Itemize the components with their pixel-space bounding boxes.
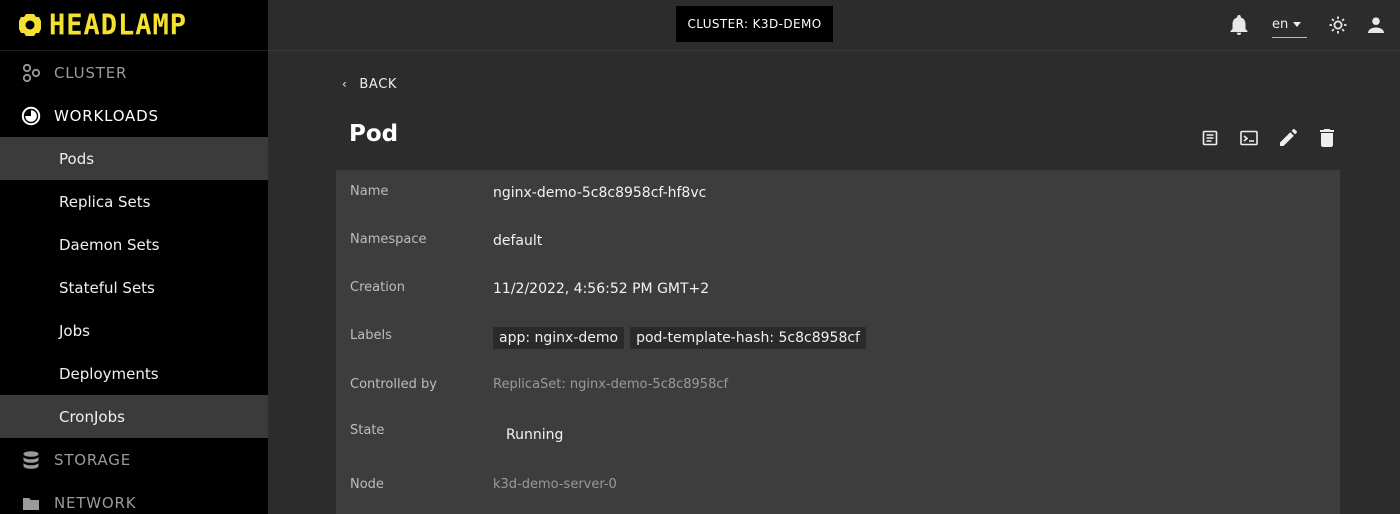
edit-icon[interactable] — [1268, 126, 1307, 150]
sidebar-item-deployments[interactable]: Deployments — [0, 352, 268, 395]
page-title: Pod — [349, 121, 399, 147]
sidebar-section-label: CLUSTER — [54, 63, 128, 82]
sidebar-section-label: NETWORK — [54, 493, 137, 512]
sidebar-section-cluster[interactable]: CLUSTER — [0, 51, 268, 94]
sidebar-section-label: WORKLOADS — [54, 106, 159, 125]
sidebar-item-cronjobs[interactable]: CronJobs — [0, 395, 268, 438]
brand-name: HEADLAMP — [49, 8, 188, 42]
brand-logo[interactable]: HEADLAMP — [0, 0, 268, 51]
detail-label: Controlled by — [350, 377, 437, 392]
terminal-icon[interactable] — [1229, 126, 1268, 150]
logs-icon[interactable] — [1190, 126, 1229, 150]
sidebar-section-network[interactable]: NETWORK — [0, 481, 268, 514]
back-label: BACK — [359, 76, 397, 92]
sidebar-item-label: Jobs — [59, 321, 90, 340]
state-value: Running — [506, 427, 564, 443]
sidebar-item-pods[interactable]: Pods — [0, 137, 268, 180]
sidebar-item-jobs[interactable]: Jobs — [0, 309, 268, 352]
namespace-value: default — [493, 233, 543, 249]
detail-label: Node — [350, 477, 384, 492]
pod-details-panel: Name nginx-demo-5c8c8958cf-hf8vc Namespa… — [336, 170, 1340, 514]
headlamp-logo-icon — [19, 14, 41, 36]
language-value: en — [1272, 17, 1289, 32]
top-bar: CLUSTER: K3D-DEMO en — [268, 0, 1400, 51]
sidebar-item-label: Pods — [59, 149, 95, 168]
workloads-icon — [21, 106, 41, 126]
node-link[interactable]: k3d-demo-server-0 — [493, 477, 617, 492]
pod-name-value: nginx-demo-5c8c8958cf-hf8vc — [493, 185, 707, 201]
sidebar-item-replica-sets[interactable]: Replica Sets — [0, 180, 268, 223]
label-chip: pod-template-hash: 5c8c8958cf — [630, 327, 866, 349]
sidebar-item-label: CronJobs — [59, 407, 125, 426]
sidebar-item-daemon-sets[interactable]: Daemon Sets — [0, 223, 268, 266]
label-chip: app: nginx-demo — [493, 327, 625, 349]
language-select[interactable]: en — [1272, 12, 1307, 38]
storage-icon — [21, 450, 41, 470]
chevron-down-icon — [1293, 22, 1302, 27]
sidebar-section-label: STORAGE — [54, 450, 132, 469]
back-link[interactable]: ‹ BACK — [342, 74, 397, 94]
detail-label: Labels — [350, 328, 392, 343]
theme-toggle-icon[interactable] — [1327, 14, 1349, 36]
delete-icon[interactable] — [1307, 126, 1346, 150]
cluster-icon — [21, 63, 41, 83]
sidebar-item-label: Replica Sets — [59, 192, 151, 211]
sidebar-item-stateful-sets[interactable]: Stateful Sets — [0, 266, 268, 309]
controlled-by-link[interactable]: ReplicaSet: nginx-demo-5c8c8958cf — [493, 377, 728, 392]
detail-label: Creation — [350, 280, 406, 295]
user-account-icon[interactable] — [1365, 14, 1387, 36]
sidebar-item-label: Deployments — [59, 364, 159, 383]
app-root: HEADLAMP CLUSTER WORKLOADS Pods Replica … — [0, 0, 1400, 514]
cluster-selector-button[interactable]: CLUSTER: K3D-DEMO — [676, 6, 833, 42]
sidebar: HEADLAMP CLUSTER WORKLOADS Pods Replica … — [0, 0, 268, 514]
network-icon — [21, 493, 41, 513]
chevron-left-icon: ‹ — [342, 77, 348, 91]
detail-label: Name — [350, 184, 389, 199]
resource-actions — [1190, 126, 1346, 150]
sidebar-item-label: Daemon Sets — [59, 235, 160, 254]
creation-value: 11/2/2022, 4:56:52 PM GMT+2 — [493, 281, 710, 297]
detail-label: Namespace — [350, 232, 427, 247]
sidebar-section-storage[interactable]: STORAGE — [0, 438, 268, 481]
sidebar-section-workloads[interactable]: WORKLOADS — [0, 94, 268, 137]
sidebar-item-label: Stateful Sets — [59, 278, 155, 297]
notifications-bell-icon[interactable] — [1228, 14, 1250, 36]
detail-label: State — [350, 423, 385, 438]
labels-chip-group: app: nginx-demo pod-template-hash: 5c8c89… — [493, 327, 872, 349]
